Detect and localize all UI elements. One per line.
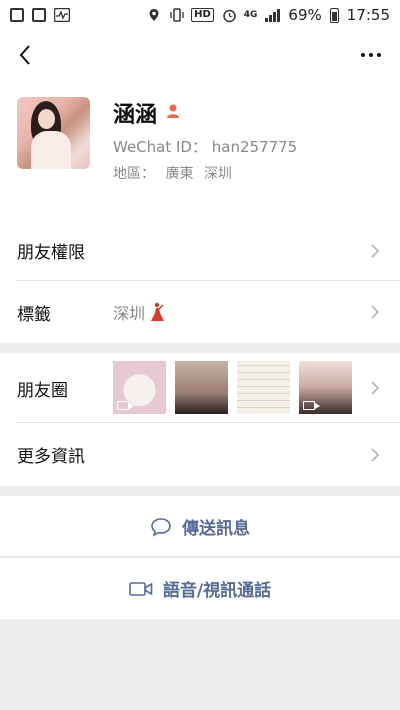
send-message-label: 傳送訊息	[182, 519, 250, 539]
battery-icon	[329, 7, 339, 23]
signal-icon	[265, 8, 281, 22]
more-info-label: 更多資訊	[17, 447, 85, 467]
tags-label: 標籤	[17, 304, 51, 325]
chevron-right-icon	[371, 447, 380, 462]
back-arrow-icon	[19, 45, 30, 65]
more-options-button[interactable]	[354, 38, 388, 72]
more-info-row[interactable]: 更多資訊	[0, 423, 400, 486]
avatar[interactable]	[17, 97, 90, 169]
female-gender-icon	[165, 103, 181, 123]
moments-thumbnail[interactable]	[175, 361, 228, 414]
clock: 17:55	[346, 6, 390, 24]
friend-permissions-row[interactable]: 朋友權限	[0, 220, 400, 281]
voice-video-call-label: 語音/視訊通話	[162, 581, 272, 601]
name-row: 涵涵	[113, 97, 181, 129]
divider	[0, 556, 400, 557]
nav-bar	[0, 30, 400, 80]
alarm-icon	[222, 8, 236, 23]
dancer-emoji-icon	[151, 302, 165, 321]
region: 地區： 廣東 深圳	[113, 163, 238, 183]
activity-notification-icon	[53, 7, 71, 23]
region-city: 深圳	[203, 166, 232, 182]
tags-value: 深圳	[113, 300, 165, 324]
hd-indicator: HD	[191, 8, 214, 22]
chevron-right-icon	[371, 243, 380, 258]
download-notification-icon	[10, 8, 24, 22]
vibrate-icon	[169, 8, 184, 22]
more-dots-icon	[361, 53, 381, 57]
moments-thumbnail[interactable]	[113, 361, 166, 414]
wechat-id: WeChat ID： han257775	[113, 138, 298, 156]
tags-row[interactable]: 標籤 深圳	[0, 281, 400, 343]
moments-label: 朋友圈	[17, 380, 68, 401]
tags-value-text: 深圳	[113, 304, 146, 323]
profile-header: 涵涵 WeChat ID： han257775 地區： 廣東 深圳	[0, 80, 400, 220]
back-button[interactable]	[10, 38, 40, 72]
voice-video-call-button[interactable]: 語音/視訊通話	[0, 558, 400, 619]
empty-area	[0, 619, 400, 710]
chevron-right-icon	[371, 381, 380, 395]
send-message-button[interactable]: 傳送訊息	[0, 496, 400, 557]
friend-permissions-label: 朋友權限	[17, 243, 85, 263]
chevron-right-icon	[371, 305, 380, 319]
video-call-icon	[129, 581, 153, 596]
status-bar-left	[10, 7, 71, 23]
video-icon	[117, 401, 134, 410]
moments-thumbnail[interactable]	[299, 361, 352, 414]
network-type: 4G	[243, 9, 258, 20]
region-label: 地區：	[113, 166, 155, 182]
chat-bubble-icon	[151, 517, 171, 537]
moments-thumbnail[interactable]	[237, 361, 290, 414]
video-icon	[303, 401, 320, 410]
region-province: 廣東	[165, 166, 194, 182]
location-icon	[147, 8, 161, 22]
battery-percent: 69%	[288, 6, 322, 24]
moments-row[interactable]: 朋友圈	[0, 353, 400, 423]
gallery-notification-icon	[32, 8, 46, 22]
moments-thumbnails	[113, 361, 352, 414]
status-bar: HD 4G 69% 17:55	[0, 0, 400, 30]
status-bar-right: HD 4G 69% 17:55	[147, 6, 390, 24]
contact-name: 涵涵	[113, 103, 158, 128]
